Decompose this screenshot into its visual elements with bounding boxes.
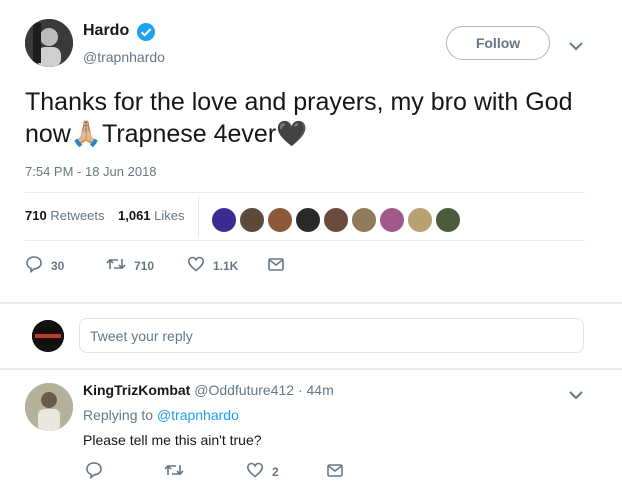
tweet-text: Thanks for the love and prayers, my bro …: [25, 88, 573, 148]
retweet-icon: [106, 255, 126, 276]
stats-separator: [198, 196, 199, 238]
reply-like-count: 2: [272, 464, 279, 479]
liker-avatar[interactable]: [266, 206, 294, 234]
reply-icon: [85, 461, 103, 482]
reply-retweet-action[interactable]: [164, 461, 184, 482]
chevron-down-icon[interactable]: [568, 388, 584, 406]
liker-avatar[interactable]: [294, 206, 322, 234]
liker-avatar[interactable]: [434, 206, 462, 234]
section-separator: [0, 302, 622, 304]
reply-input[interactable]: Tweet your reply: [79, 318, 584, 353]
tweet-timestamp[interactable]: 7:54 PM - 18 Jun 2018: [25, 164, 157, 179]
section-separator: [0, 368, 622, 370]
divider: [25, 192, 585, 193]
retweets-label: Retweets: [50, 208, 105, 223]
author-handle[interactable]: @trapnhardo: [83, 49, 165, 65]
reply-author-avatar[interactable]: [25, 383, 73, 431]
reply-text: Please tell me this ain't true?: [83, 432, 262, 448]
reply-header: KingTrizKombat @Oddfuture412 · 44m: [83, 382, 334, 398]
like-action[interactable]: 1.1K: [187, 255, 238, 276]
replying-to: Replying to @trapnhardo: [83, 407, 239, 423]
liker-avatar[interactable]: [210, 206, 238, 234]
divider: [25, 240, 585, 241]
reply-count: 30: [51, 258, 65, 273]
likes-stat[interactable]: 1,061 Likes: [118, 208, 185, 223]
message-icon: [326, 461, 344, 482]
liker-avatar[interactable]: [406, 206, 434, 234]
chevron-down-icon[interactable]: [568, 39, 584, 57]
reply-icon: [25, 255, 43, 276]
liker-avatar[interactable]: [350, 206, 378, 234]
liker-avatar[interactable]: [378, 206, 406, 234]
retweets-count: 710: [25, 208, 47, 223]
likes-count: 1,061: [118, 208, 151, 223]
author-avatar[interactable]: [25, 19, 73, 67]
replying-to-label: Replying to: [83, 407, 154, 423]
reply-time[interactable]: · 44m: [298, 382, 334, 398]
reply-reply-action[interactable]: [85, 461, 103, 482]
verified-badge-icon: [136, 22, 156, 47]
liker-avatar[interactable]: [322, 206, 350, 234]
likes-label: Likes: [154, 208, 185, 223]
retweet-icon: [164, 461, 184, 482]
retweet-count: 710: [134, 258, 155, 273]
liker-avatar[interactable]: [238, 206, 266, 234]
retweets-stat[interactable]: 710 Retweets: [25, 208, 105, 223]
like-icon: [187, 255, 205, 276]
reply-message-action[interactable]: [326, 461, 344, 482]
like-count: 1.1K: [213, 258, 239, 273]
replying-to-handle[interactable]: @trapnhardo: [157, 407, 239, 423]
reply-action[interactable]: 30: [25, 255, 64, 276]
retweet-action[interactable]: 710: [106, 255, 154, 276]
reply-author-name[interactable]: KingTrizKombat: [83, 382, 190, 398]
like-icon: [246, 461, 264, 482]
message-action[interactable]: [267, 255, 285, 276]
message-icon: [267, 255, 285, 276]
reply-like-action[interactable]: 2: [246, 461, 279, 482]
author-name[interactable]: Hardo: [83, 22, 129, 40]
current-user-avatar[interactable]: [32, 320, 64, 352]
follow-button[interactable]: Follow: [446, 26, 550, 60]
reply-author-handle[interactable]: @Oddfuture412: [194, 382, 294, 398]
